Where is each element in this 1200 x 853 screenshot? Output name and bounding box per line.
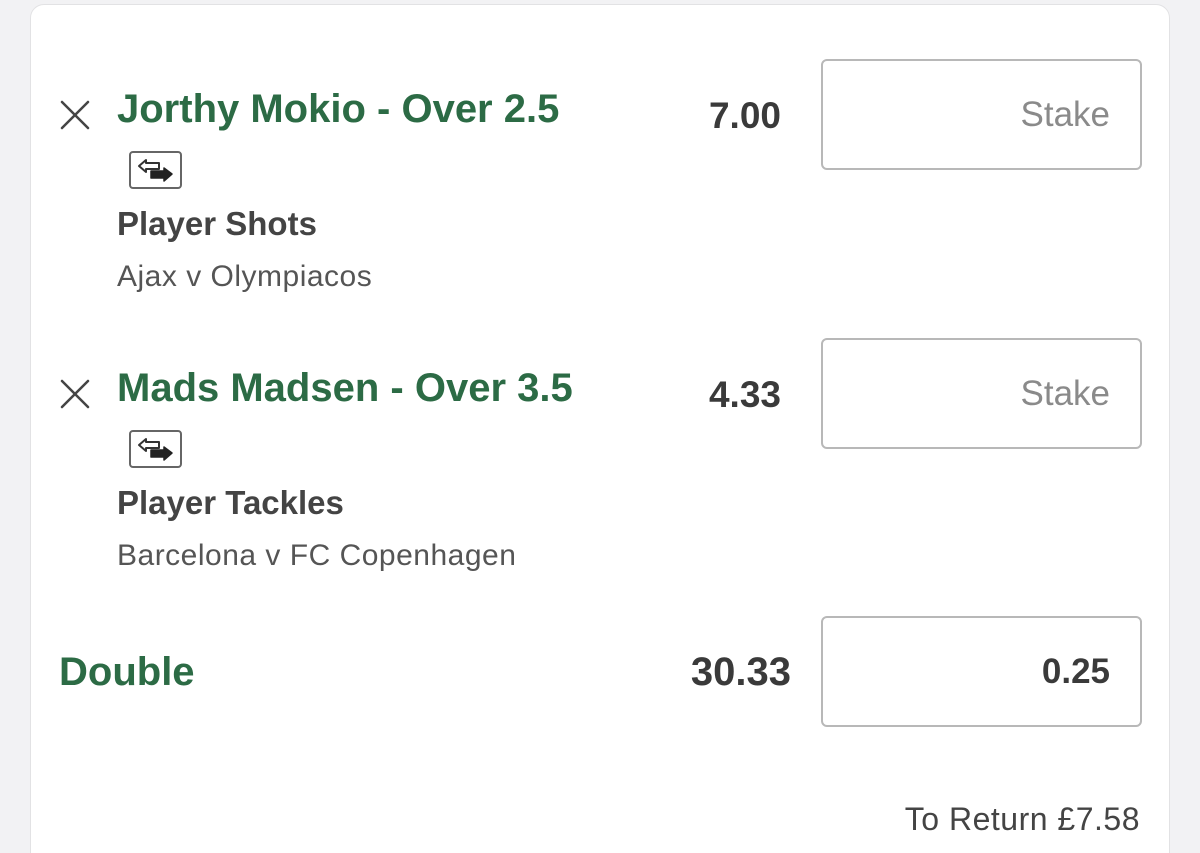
selection-odds: 7.00	[708, 95, 781, 136]
market-name: Player Tackles	[117, 484, 344, 521]
stake-input[interactable]	[821, 338, 1142, 449]
double-label: Double	[59, 650, 195, 694]
double-stake-input[interactable]	[821, 616, 1142, 727]
swap-icon[interactable]	[129, 430, 182, 468]
close-icon[interactable]	[59, 99, 91, 131]
market-name: Player Shots	[117, 205, 317, 242]
selection-name: Jorthy Mokio - Over 2.5	[117, 87, 560, 131]
selection-odds: 4.33	[708, 374, 781, 415]
bet-slip-card: Jorthy Mokio - Over 2.5 Player Shots Aja…	[30, 4, 1170, 853]
swap-icon[interactable]	[129, 151, 182, 189]
close-icon[interactable]	[59, 378, 91, 410]
event-name: Ajax v Olympiacos	[117, 260, 373, 293]
stake-input[interactable]	[821, 59, 1142, 170]
event-name: Barcelona v FC Copenhagen	[117, 539, 517, 572]
double-odds: 30.33	[690, 650, 791, 694]
to-return-text: To Return £7.58	[904, 801, 1140, 837]
selection-name: Mads Madsen - Over 3.5	[117, 366, 573, 410]
